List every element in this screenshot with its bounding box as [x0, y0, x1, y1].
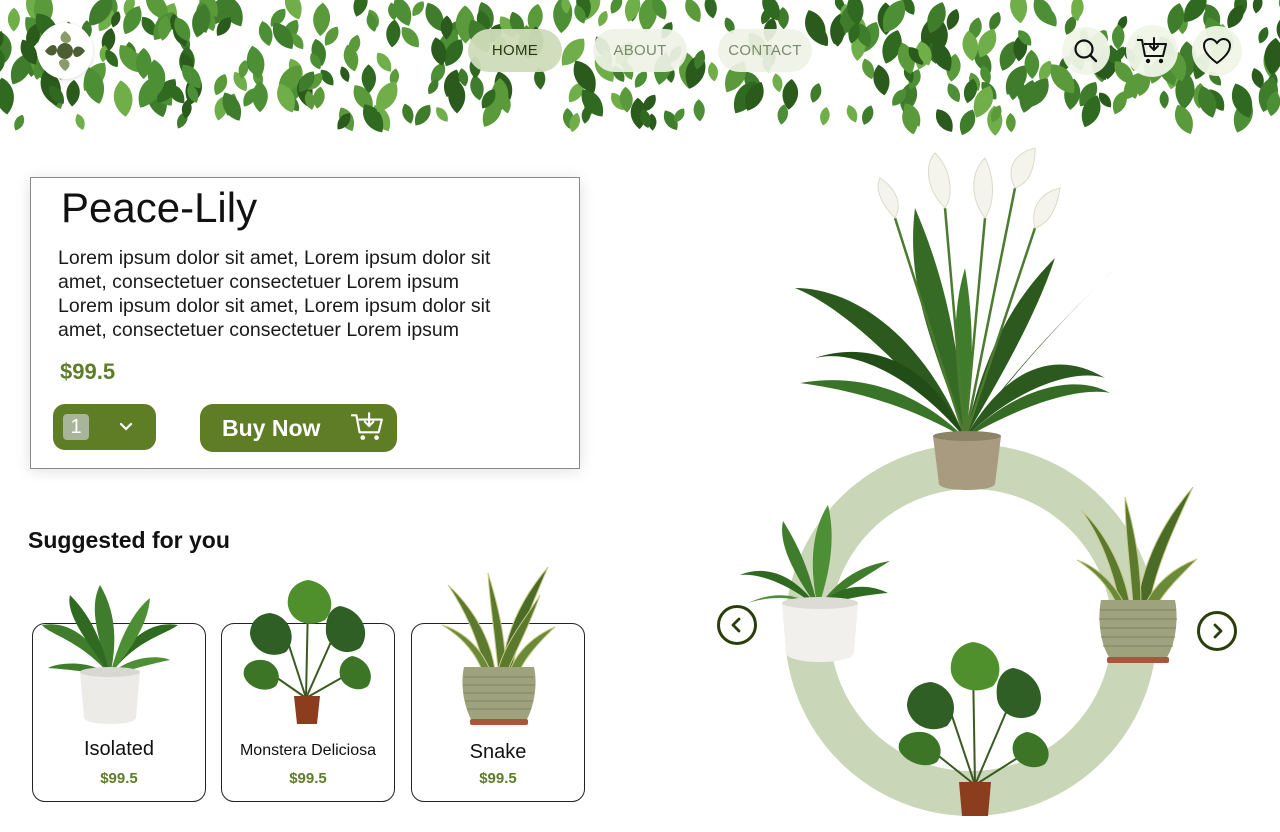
snake-plant-image: [441, 566, 556, 725]
search-button[interactable]: [1062, 27, 1110, 75]
nav-about[interactable]: ABOUT: [593, 29, 687, 72]
vine-leaf: [1010, 0, 1028, 24]
suggested-price: $99.5: [479, 770, 517, 787]
vine-leaf: [820, 107, 830, 126]
search-icon: [1074, 39, 1098, 63]
suggested-name: Snake: [469, 741, 527, 763]
suggested-name: Monstera Deliciosa: [239, 742, 377, 759]
vine-leaf: [75, 113, 85, 130]
heart-icon: [1202, 37, 1232, 65]
carousel-plant-right-image: [1076, 486, 1198, 663]
brand-logo[interactable]: [37, 23, 93, 79]
vine-leaf: [1258, 26, 1269, 44]
product-price: $99.5: [60, 359, 116, 384]
chevron-down-icon: [119, 422, 133, 431]
isolated-plant-image: [42, 585, 178, 724]
suggested-heading: Suggested for you: [28, 527, 230, 553]
nav-contact[interactable]: CONTACT: [718, 29, 812, 72]
quantity-value: 1: [63, 414, 89, 440]
vine-leaf: [772, 73, 783, 93]
vine-leaf: [113, 80, 133, 117]
vine-leaf: [402, 103, 414, 124]
vine-leaf: [1252, 0, 1263, 14]
leaf-logo-icon: [45, 31, 85, 71]
vine-leaf: [1159, 90, 1169, 109]
buy-now-label: Buy Now: [222, 414, 321, 441]
cart-download-icon: [1137, 37, 1167, 64]
nav-home[interactable]: HOME: [468, 29, 562, 72]
vine-leaf: [989, 11, 1001, 31]
suggested-price: $99.5: [289, 770, 327, 787]
vine-leaf: [66, 79, 80, 107]
vine-leaf: [862, 105, 874, 125]
vine-leaf: [873, 64, 890, 96]
vine-leaf: [7, 7, 20, 32]
vine-leaf: [246, 45, 265, 79]
product-title: Peace-Lily: [61, 184, 258, 231]
vine-leaf: [693, 99, 705, 122]
vine-leaf: [708, 62, 718, 82]
vine-leaf: [386, 19, 401, 48]
vine-leaf: [704, 0, 717, 19]
vine-leaf: [1006, 112, 1016, 133]
cart-download-icon: [351, 412, 383, 440]
vine-leaf: [936, 109, 953, 132]
chevron-right-icon: [1213, 623, 1223, 639]
product-description: Lorem ipsum dolor sit amet, Lorem ipsum …: [58, 247, 491, 341]
cart-button[interactable]: [1126, 25, 1178, 77]
peace-lily-hero-image: [795, 148, 1115, 490]
monstera-plant-image: [243, 580, 371, 724]
vine-leaf: [412, 1, 425, 17]
vine-leaf: [401, 27, 419, 48]
carousel-plant-left-image: [740, 505, 890, 662]
vine-leaf: [685, 0, 701, 23]
vine-leaf: [947, 83, 961, 103]
carousel-next-button[interactable]: [1197, 611, 1237, 651]
suggested-price: $99.5: [100, 770, 138, 787]
vine-leaf: [414, 104, 431, 126]
vine-leaf: [810, 83, 822, 103]
suggested-name: Isolated: [83, 738, 155, 760]
wishlist-button[interactable]: [1192, 26, 1242, 76]
quantity-select[interactable]: 1: [53, 404, 156, 450]
carousel-plant-bottom-image: [898, 642, 1049, 816]
product-detail-card: Peace-Lily Lorem ipsum dolor sit amet, L…: [30, 177, 580, 469]
vine-leaf: [436, 107, 448, 122]
vine-leaf: [376, 52, 392, 72]
vine-leaf: [846, 105, 858, 123]
vine-leaf: [610, 0, 623, 14]
vine-leaf: [1278, 0, 1280, 14]
vine-leaf: [14, 114, 25, 131]
vine-leaf: [598, 10, 608, 27]
buy-now-button[interactable]: Buy Now: [200, 404, 397, 452]
